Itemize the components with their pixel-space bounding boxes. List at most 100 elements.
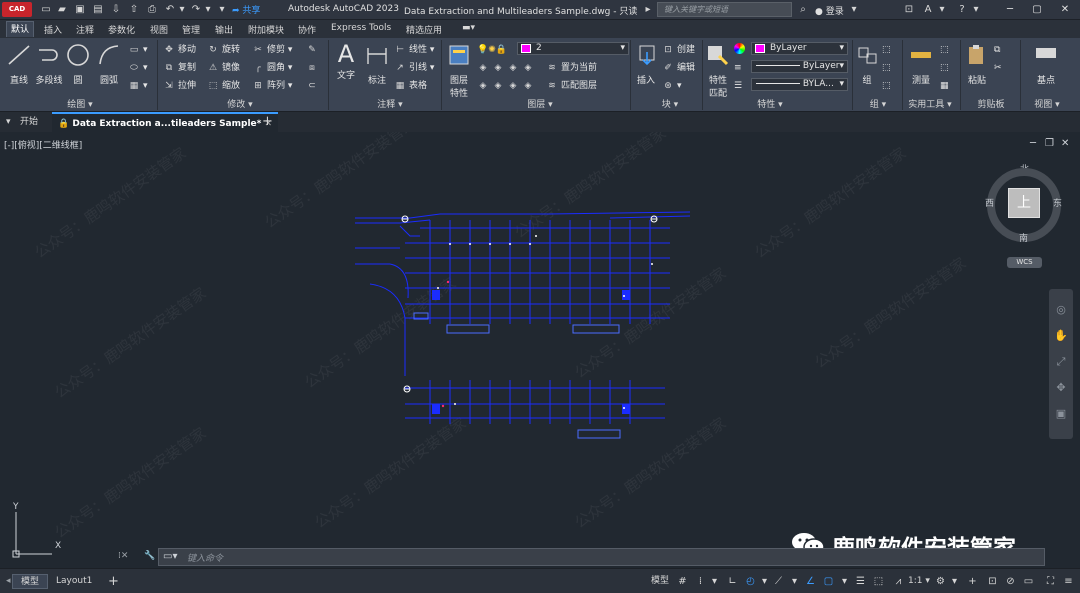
compass-west[interactable]: 西 xyxy=(985,196,994,209)
add-scale-icon[interactable]: + xyxy=(966,575,979,588)
view-panel-title[interactable]: 视图 ▾ xyxy=(1022,97,1072,110)
save-icon[interactable]: ▣ xyxy=(74,4,86,16)
paste-button[interactable]: 粘贴 xyxy=(964,42,990,86)
edit-block-button[interactable]: ✐ 编辑 xyxy=(662,61,695,75)
open-folder-icon[interactable]: ▰ xyxy=(56,4,68,16)
dimension-button[interactable]: 标注 xyxy=(363,42,391,86)
selection-cycling-icon[interactable]: ⬚ xyxy=(872,575,885,588)
annotation-scale-dropdown[interactable]: 1:1 ▾ xyxy=(908,574,930,589)
tab-parametric[interactable]: 参数化 xyxy=(108,23,135,36)
layout1-tab[interactable]: Layout1 xyxy=(56,574,92,589)
properties-panel-title[interactable]: 特性 ▾ xyxy=(740,97,800,110)
tab-insert[interactable]: 插入 xyxy=(44,23,62,36)
measure-button[interactable]: 测量 xyxy=(906,42,936,86)
group-select-icon[interactable]: ⬚ xyxy=(882,79,891,93)
tab-view[interactable]: 视图 xyxy=(150,23,168,36)
copy-button[interactable]: ⧉ 复制 xyxy=(163,61,196,75)
viewcube-top-face[interactable]: 上 xyxy=(1008,188,1040,218)
ribbon-toggle-icon[interactable]: ▬▾ xyxy=(462,23,475,33)
model-tab[interactable]: 模型 xyxy=(12,574,49,589)
polar-dropdown-icon[interactable]: ▾ xyxy=(758,575,771,588)
model-space-toggle[interactable]: 模型 xyxy=(651,574,669,589)
viewport-close-icon[interactable]: ✕ xyxy=(1061,138,1069,149)
viewport-restore-icon[interactable]: ❐ xyxy=(1045,138,1054,149)
cmd-grip-icon[interactable]: ⁞✕ xyxy=(118,551,128,561)
command-input[interactable]: 键入命令 xyxy=(187,551,223,564)
fullscreen-icon[interactable]: ⛶ xyxy=(1044,575,1057,588)
object-snap-tracking-icon[interactable]: ∠ xyxy=(804,575,817,588)
isolate-objects-icon[interactable]: ⊡ xyxy=(986,575,999,588)
steering-wheel-icon[interactable]: ◎ xyxy=(1054,303,1068,317)
cad-drawing[interactable] xyxy=(350,208,710,448)
draw-panel-title[interactable]: 绘图 ▾ xyxy=(40,97,120,110)
arc-button[interactable]: 圆弧 xyxy=(94,42,124,86)
array-button[interactable]: ⊞ 阵列 ▾ xyxy=(252,79,292,93)
plot-icon[interactable]: ⎙ xyxy=(146,4,158,16)
annotation-panel-title[interactable]: 注释 ▾ xyxy=(350,97,430,110)
leader-button[interactable]: ↗ 引线 ▾ xyxy=(394,61,434,75)
grid-icon[interactable]: # xyxy=(676,575,689,588)
redo-icon[interactable]: ↷ xyxy=(190,4,202,16)
block-attributes-button[interactable]: ⊛ ▾ xyxy=(662,79,681,93)
login-dropdown-icon[interactable]: ▾ xyxy=(848,4,860,16)
explode-button[interactable]: ⧈ xyxy=(306,61,321,75)
text-button[interactable]: A 文字 xyxy=(332,40,360,81)
new-tab-button[interactable]: + xyxy=(262,112,273,132)
group-button[interactable]: 组 xyxy=(855,42,879,86)
polar-tracking-icon[interactable]: ◴ xyxy=(744,575,757,588)
copy-clip-icon[interactable]: ⧉ xyxy=(994,43,1000,57)
snap-dropdown-icon[interactable]: ▾ xyxy=(708,575,721,588)
settings-gear-icon[interactable]: ⚙ xyxy=(934,575,947,588)
ungroup-icon[interactable]: ⬚ xyxy=(882,43,891,57)
color-dropdown[interactable]: ByLayer ▾ xyxy=(751,42,848,55)
open-web-icon[interactable]: ⇩ xyxy=(110,4,122,16)
wrench-icon[interactable]: 🔧 xyxy=(144,551,155,561)
utilities-panel-title[interactable]: 实用工具 ▾ xyxy=(902,97,958,110)
trim-button[interactable]: ✂ 修剪 ▾ xyxy=(252,43,292,57)
tab-featured-apps[interactable]: 精选应用 xyxy=(406,23,442,36)
make-current-button[interactable]: ≋ 置为当前 xyxy=(546,61,597,75)
cut-icon[interactable]: ✂ xyxy=(994,61,1002,75)
annotation-scale-icon[interactable]: ⩘ xyxy=(892,575,905,588)
layer-state-icons[interactable]: 💡✺🔒 xyxy=(477,43,507,57)
tab-annotate[interactable]: 注释 xyxy=(76,23,94,36)
viewport-minimize-icon[interactable]: ─ xyxy=(1030,138,1036,149)
command-history-icon[interactable]: ▭▾ xyxy=(163,551,177,562)
pan-icon[interactable]: ✋ xyxy=(1054,329,1068,343)
workspace-dropdown-icon[interactable]: ▾ xyxy=(948,575,961,588)
tab-home[interactable]: 默认 xyxy=(6,21,35,37)
line-button[interactable]: 直线 xyxy=(4,42,34,86)
compass-south[interactable]: 南 xyxy=(1019,231,1028,244)
save-as-icon[interactable]: ▤ xyxy=(92,4,104,16)
tab-menu-icon[interactable]: ▾ xyxy=(6,112,11,132)
polyline-button[interactable]: 多段线 xyxy=(34,42,64,86)
close-button[interactable]: ✕ xyxy=(1055,2,1075,17)
offset-button[interactable]: ⊂ xyxy=(306,79,321,93)
cart-icon[interactable]: ⊡ xyxy=(903,4,915,16)
start-tab[interactable]: 开始 xyxy=(20,112,38,132)
a360-dropdown-icon[interactable]: ▾ xyxy=(936,4,948,16)
layer-tools-row-2[interactable]: ◈ ◈ ◈ ◈ xyxy=(477,79,537,93)
isodraft-dropdown-icon[interactable]: ▾ xyxy=(788,575,801,588)
new-layout-button[interactable]: + xyxy=(108,574,119,589)
hardware-acceleration-icon[interactable]: ⊘ xyxy=(1004,575,1017,588)
base-view-button[interactable]: 基点 xyxy=(1026,42,1066,86)
orbit-icon[interactable]: ✥ xyxy=(1054,381,1068,395)
wcs-menu[interactable]: WCS xyxy=(1007,257,1042,268)
active-document-tab[interactable]: 🔒 Data Extraction a...tileaders Sample* … xyxy=(52,112,279,132)
tab-output[interactable]: 输出 xyxy=(215,23,233,36)
move-button[interactable]: ✥ 移动 xyxy=(163,43,196,57)
object-snap-icon[interactable]: ▢ xyxy=(822,575,835,588)
clean-screen-icon[interactable]: ▭ xyxy=(1022,575,1035,588)
viewport-label[interactable]: [-][俯视][二维线框] xyxy=(4,138,82,151)
mirror-button[interactable]: ⚠ 镜像 xyxy=(207,61,240,75)
undo-dropdown-icon[interactable]: ▾ xyxy=(176,4,188,16)
insert-block-button[interactable]: 插入 xyxy=(634,42,658,86)
isodraft-icon[interactable]: ⟋ xyxy=(772,575,785,588)
layer-tools-row-1[interactable]: ◈ ◈ ◈ ◈ xyxy=(477,61,537,75)
undo-icon[interactable]: ↶ xyxy=(164,4,176,16)
new-file-icon[interactable]: ▭ xyxy=(40,4,52,16)
tab-express-tools[interactable]: Express Tools xyxy=(331,23,391,33)
search-input[interactable]: 键入关键字或短语 xyxy=(657,2,792,17)
match-layer-button[interactable]: ≋ 匹配图层 xyxy=(546,79,597,93)
